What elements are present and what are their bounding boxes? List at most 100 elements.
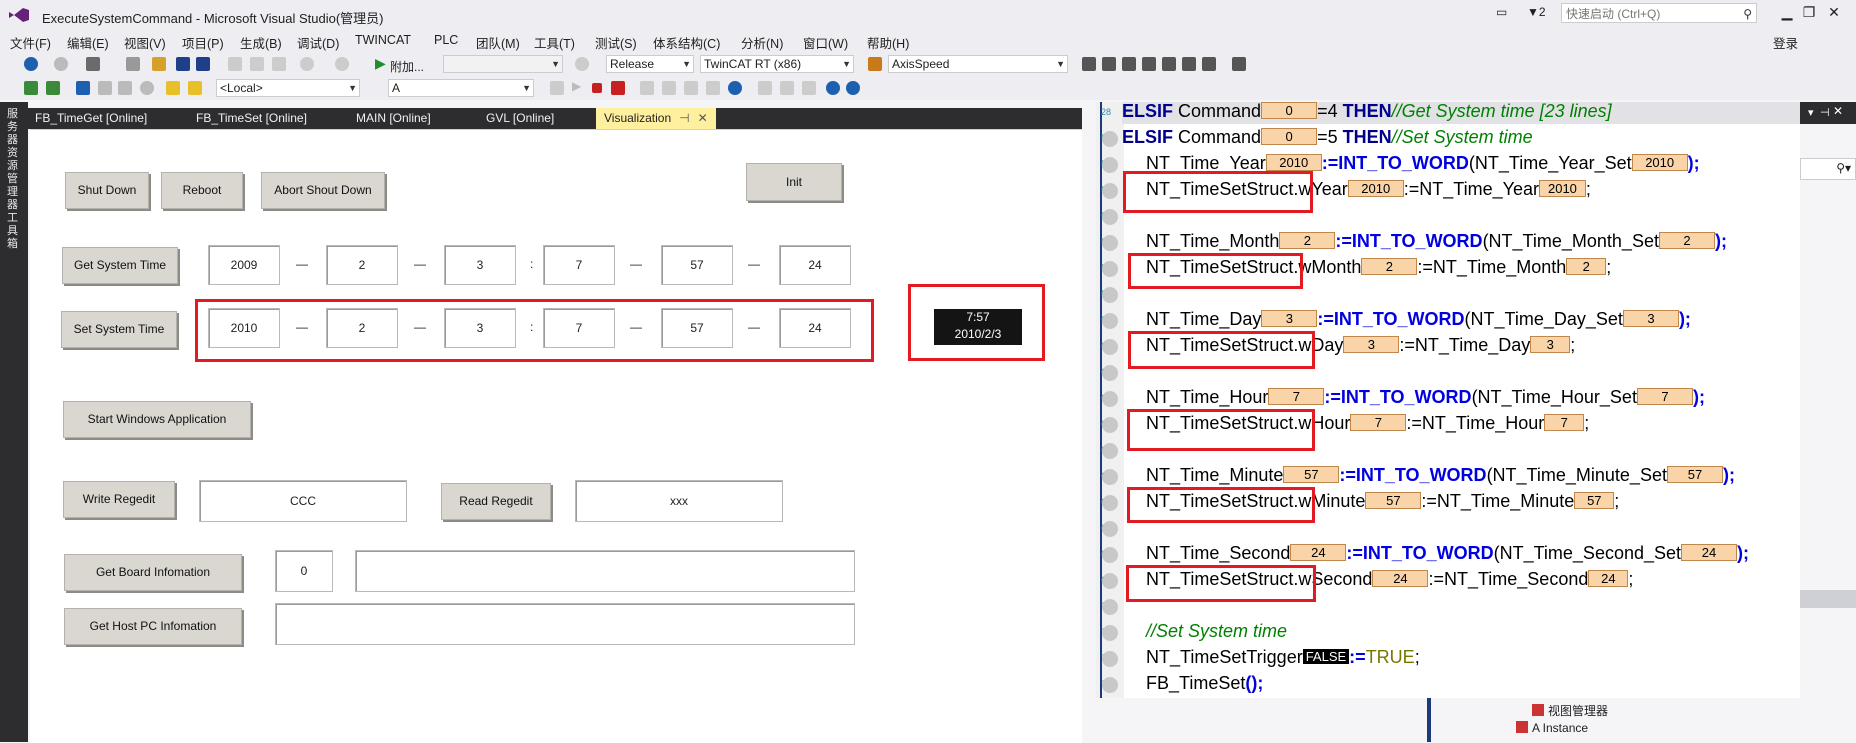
redo-icon[interactable] [335,57,349,71]
tree-item-view-manager[interactable]: 视图管理器 [1532,702,1608,719]
abort-shutdown-button[interactable]: Abort Shout Down [261,172,385,209]
open-folder-icon[interactable] [152,57,166,71]
target-combo[interactable]: <Local> ▼ [216,79,360,97]
login-plc-icon[interactable] [550,81,564,95]
read-regedit-button[interactable]: Read Regedit [441,483,551,520]
get-month-field[interactable]: 2 [326,245,398,285]
close-tab-icon[interactable]: ✕ [698,111,708,125]
panel-scrollbar[interactable] [1800,590,1856,608]
add-item-icon[interactable] [126,57,140,71]
get-minute-field[interactable]: 57 [661,245,733,285]
breakpoint-margin[interactable] [1102,469,1118,485]
find-combo[interactable]: AxisSpeed ▼ [888,55,1068,73]
menu-build[interactable]: 生成(B) [240,33,282,52]
menu-test[interactable]: 测试(S) [595,33,637,52]
toolbox-tab[interactable]: 工具箱 [7,212,21,251]
set-minute-field[interactable]: 57 [661,308,733,348]
paste-icon[interactable] [272,57,286,71]
breakpoint-margin[interactable] [1102,391,1118,407]
breakpoint-margin[interactable] [1102,339,1118,355]
menu-team[interactable]: 团队(M) [476,33,520,52]
menu-help[interactable]: 帮助(H) [867,33,909,52]
save-all-icon[interactable] [196,57,210,71]
breakpoint-margin[interactable] [1102,495,1118,511]
breakpoint-margin[interactable] [1102,443,1118,459]
step-icon-d[interactable] [706,81,720,95]
configuration-combo[interactable]: Release ▼ [606,55,694,73]
scan-icon[interactable] [118,81,132,95]
reboot-button[interactable]: Reboot [161,172,243,209]
logout-icon[interactable] [611,81,625,95]
breakpoint-margin[interactable] [1102,677,1118,693]
breakpoint-icon-b[interactable] [780,81,794,95]
close-panel-icon[interactable]: ✕ [1833,104,1843,118]
restore-button[interactable]: ❐ [1797,4,1821,21]
shut-down-button[interactable]: Shut Down [65,172,149,209]
menu-window[interactable]: 窗口(W) [803,33,848,52]
run-mode-icon[interactable] [46,81,60,95]
plc-stop-icon[interactable] [592,83,602,93]
login-link[interactable]: 登录 [1773,33,1798,52]
breakpoint-icon-c[interactable] [802,81,816,95]
undo-icon[interactable] [300,57,314,71]
write-regedit-field[interactable]: CCC [199,480,407,522]
breakpoint-icon-a[interactable] [758,81,772,95]
set-year-field[interactable]: 2010 [208,308,280,348]
breakpoint-margin[interactable] [1102,547,1118,563]
toolbar-icon-d[interactable] [1142,57,1156,71]
cycle-icon-a[interactable] [826,81,840,95]
panel-search-input[interactable]: ⚲▾ [1800,158,1856,180]
breakpoint-margin[interactable] [1102,209,1118,225]
toolbar-icon-a[interactable] [1082,57,1096,71]
new-project-icon[interactable] [86,57,100,71]
tree-item-a-instance[interactable]: A Instance [1516,721,1588,735]
pin-icon[interactable]: ⊣ [679,111,689,125]
tab-visualization[interactable]: Visualization ⊣ ✕ [596,108,716,129]
close-button[interactable]: ✕ [1822,4,1846,21]
host-info-text-field[interactable] [275,603,855,645]
notification-flag-icon[interactable]: ▼2 [1527,5,1546,19]
menu-plc[interactable]: PLC [434,33,458,47]
breakpoint-margin[interactable] [1102,651,1118,667]
back-icon[interactable] [24,57,38,71]
breakpoint-margin[interactable] [1102,183,1118,199]
set-hour-field[interactable]: 7 [543,308,615,348]
reset-icon[interactable] [728,81,742,95]
init-button[interactable]: Init [746,163,842,201]
start-windows-application-button[interactable]: Start Windows Application [63,401,251,438]
menu-analyze[interactable]: 分析(N) [741,33,783,52]
board-info-value-field[interactable]: 0 [275,550,333,592]
get-hour-field[interactable]: 7 [543,245,615,285]
set-system-time-button[interactable]: Set System Time [61,311,177,348]
step-icon-a[interactable] [640,81,654,95]
tab-main[interactable]: MAIN [Online] [356,108,431,129]
save-icon[interactable] [176,57,190,71]
server-explorer-tab[interactable]: 服务器资源管理器 [7,108,21,212]
step-icon-c[interactable] [684,81,698,95]
tab-fb-timeget[interactable]: FB_TimeGet [Online] [35,108,147,129]
menu-file[interactable]: 文件(F) [10,33,51,52]
breakpoint-margin[interactable] [1102,573,1118,589]
breakpoint-margin[interactable] [1102,521,1118,537]
toolbar-icon-f[interactable] [1182,57,1196,71]
menu-project[interactable]: 项目(P) [182,33,224,52]
step-icon-b[interactable] [662,81,676,95]
forward-icon[interactable] [54,57,68,71]
cut-icon[interactable] [228,57,242,71]
dropdown-icon[interactable]: ▾ [1808,106,1814,119]
read-regedit-field[interactable]: xxx [575,480,783,522]
breakpoint-margin[interactable] [1102,599,1118,615]
start-debug-icon[interactable]: ▶ [375,55,386,72]
cycle-icon-b[interactable] [846,81,860,95]
plc-instance-combo[interactable]: A ▼ [388,79,534,97]
activate-config-icon[interactable] [24,81,38,95]
menu-edit[interactable]: 编辑(E) [67,33,109,52]
get-system-time-button[interactable]: Get System Time [62,247,178,284]
set-month-field[interactable]: 2 [326,308,398,348]
menu-debug[interactable]: 调试(D) [297,33,339,52]
get-day-field[interactable]: 3 [444,245,516,285]
breakpoint-margin[interactable] [1102,131,1118,147]
menu-twincat[interactable]: TWINCAT [355,33,411,47]
get-second-field[interactable]: 24 [779,245,851,285]
board-info-text-field[interactable] [355,550,855,592]
